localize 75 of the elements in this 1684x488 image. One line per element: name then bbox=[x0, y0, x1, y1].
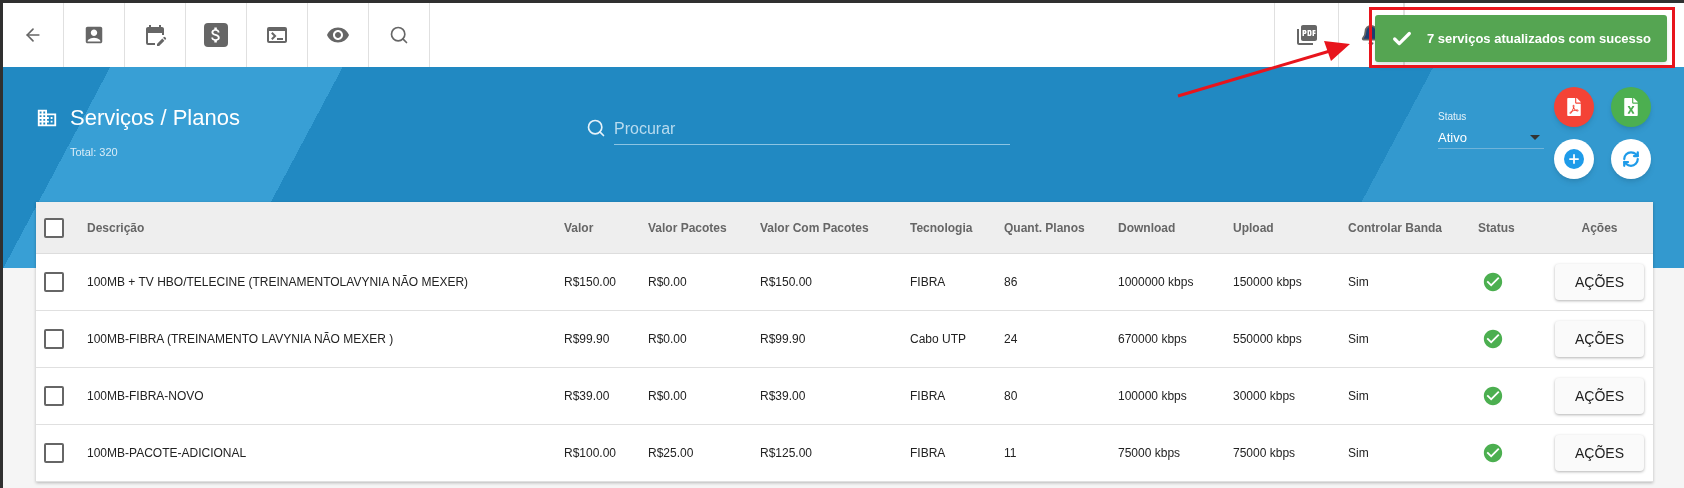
pdf-export-button[interactable] bbox=[1554, 87, 1594, 127]
column-header: Valor Pacotes bbox=[648, 219, 728, 237]
column-header: Upload bbox=[1233, 219, 1275, 237]
table-cell-text: R$99.90 bbox=[564, 331, 611, 348]
actions-button[interactable]: AÇÕES bbox=[1555, 378, 1644, 414]
table-cell-text: Sim bbox=[1348, 331, 1370, 348]
table-cell-text: R$25.00 bbox=[648, 445, 695, 462]
dropdown-arrow-icon bbox=[1530, 135, 1540, 141]
column-header: Quant. Planos bbox=[1004, 219, 1086, 237]
page-title: Serviços / Planos bbox=[70, 104, 240, 132]
column-header: Valor Com Pacotes bbox=[760, 219, 870, 237]
table-cell-text: 75000 kbps bbox=[1233, 445, 1297, 462]
table-cell-text: Cabo UTP bbox=[910, 331, 968, 348]
column-header: Status bbox=[1478, 219, 1516, 237]
table-cell-text: R$0.00 bbox=[648, 388, 688, 405]
table-cell-text: 11 bbox=[1004, 445, 1018, 462]
column-header: Valor bbox=[564, 219, 595, 237]
table-cell-text: FIBRA bbox=[910, 445, 947, 462]
table-cell-text: 75000 kbps bbox=[1118, 445, 1182, 462]
add-button[interactable] bbox=[1554, 139, 1594, 179]
plus-icon bbox=[1564, 149, 1584, 169]
column-header: Ações bbox=[1581, 219, 1618, 237]
dollar-icon bbox=[204, 23, 228, 47]
table-cell-text: 670000 kbps bbox=[1118, 331, 1188, 348]
checkbox[interactable] bbox=[44, 443, 64, 463]
table-cell-text: R$150.00 bbox=[760, 274, 814, 291]
table-cell-text: 100MB-FIBRA-NOVO bbox=[87, 388, 205, 405]
actions-button[interactable]: AÇÕES bbox=[1555, 435, 1644, 471]
search-icon bbox=[389, 25, 409, 45]
table-cell-text: R$99.90 bbox=[760, 331, 807, 348]
table-cell-text: R$0.00 bbox=[648, 274, 688, 291]
refresh-button[interactable] bbox=[1611, 139, 1651, 179]
spreadsheet-file-icon bbox=[1623, 98, 1639, 116]
checkbox[interactable] bbox=[44, 272, 64, 292]
column-header: Download bbox=[1118, 219, 1177, 237]
table-cell-text: Sim bbox=[1348, 274, 1370, 291]
table-cell-text: 24 bbox=[1004, 331, 1019, 348]
pdf-file-icon bbox=[1566, 98, 1582, 116]
excel-export-button[interactable] bbox=[1611, 87, 1651, 127]
table-cell-text: 150000 kbps bbox=[1233, 274, 1303, 291]
checkbox[interactable] bbox=[44, 329, 64, 349]
table-cell-text: 100MB-FIBRA (TREINAMENTO LAVYNIA NÃO MEXER ) bbox=[87, 331, 395, 348]
column-header: Controlar Banda bbox=[1348, 219, 1443, 237]
toast-message: 7 serviços atualizados com sucesso bbox=[1427, 29, 1651, 48]
actions-button[interactable]: AÇÕES bbox=[1555, 264, 1644, 300]
total-count: Total: 320 bbox=[70, 145, 119, 160]
checkbox[interactable] bbox=[44, 217, 64, 238]
table-cell-text: R$125.00 bbox=[760, 445, 814, 462]
column-header: Tecnologia bbox=[910, 219, 974, 237]
table-cell-text: 550000 kbps bbox=[1233, 331, 1303, 348]
table-cell-text: 1000000 kbps bbox=[1118, 274, 1195, 291]
table-cell-text: R$150.00 bbox=[564, 274, 618, 291]
table-cell-text: 30000 kbps bbox=[1233, 388, 1297, 405]
column-header: Descrição bbox=[87, 219, 146, 237]
table-cell-text: 86 bbox=[1004, 274, 1019, 291]
checkbox[interactable] bbox=[44, 386, 64, 406]
table-cell-text: FIBRA bbox=[910, 274, 947, 291]
search-field[interactable]: Procurar bbox=[614, 113, 1010, 145]
table-cell-text: 100000 kbps bbox=[1118, 388, 1188, 405]
table-cell-text: R$100.00 bbox=[564, 445, 618, 462]
actions-button[interactable]: AÇÕES bbox=[1555, 321, 1644, 357]
pdf-file-icon bbox=[1294, 23, 1319, 47]
table-cell-text: 100MB-PACOTE-ADICIONAL bbox=[87, 445, 248, 462]
table-cell-text: 100MB + TV HBO/TELECINE (TREINAMENTOLAVYNIA NÃO MEXER) bbox=[87, 274, 470, 291]
table-cell-text: Sim bbox=[1348, 445, 1370, 462]
table-cell-text: FIBRA bbox=[910, 388, 947, 405]
calendar-icon bbox=[143, 23, 167, 47]
table-cell-text: 80 bbox=[1004, 388, 1019, 405]
table-cell-text: R$39.00 bbox=[760, 388, 807, 405]
search-icon bbox=[586, 118, 606, 138]
table-cell-text: R$0.00 bbox=[648, 331, 688, 348]
contact-card-icon bbox=[83, 24, 105, 46]
refresh-icon bbox=[1622, 150, 1640, 168]
table-cell-text: R$39.00 bbox=[564, 388, 611, 405]
table-cell-text: Sim bbox=[1348, 388, 1370, 405]
